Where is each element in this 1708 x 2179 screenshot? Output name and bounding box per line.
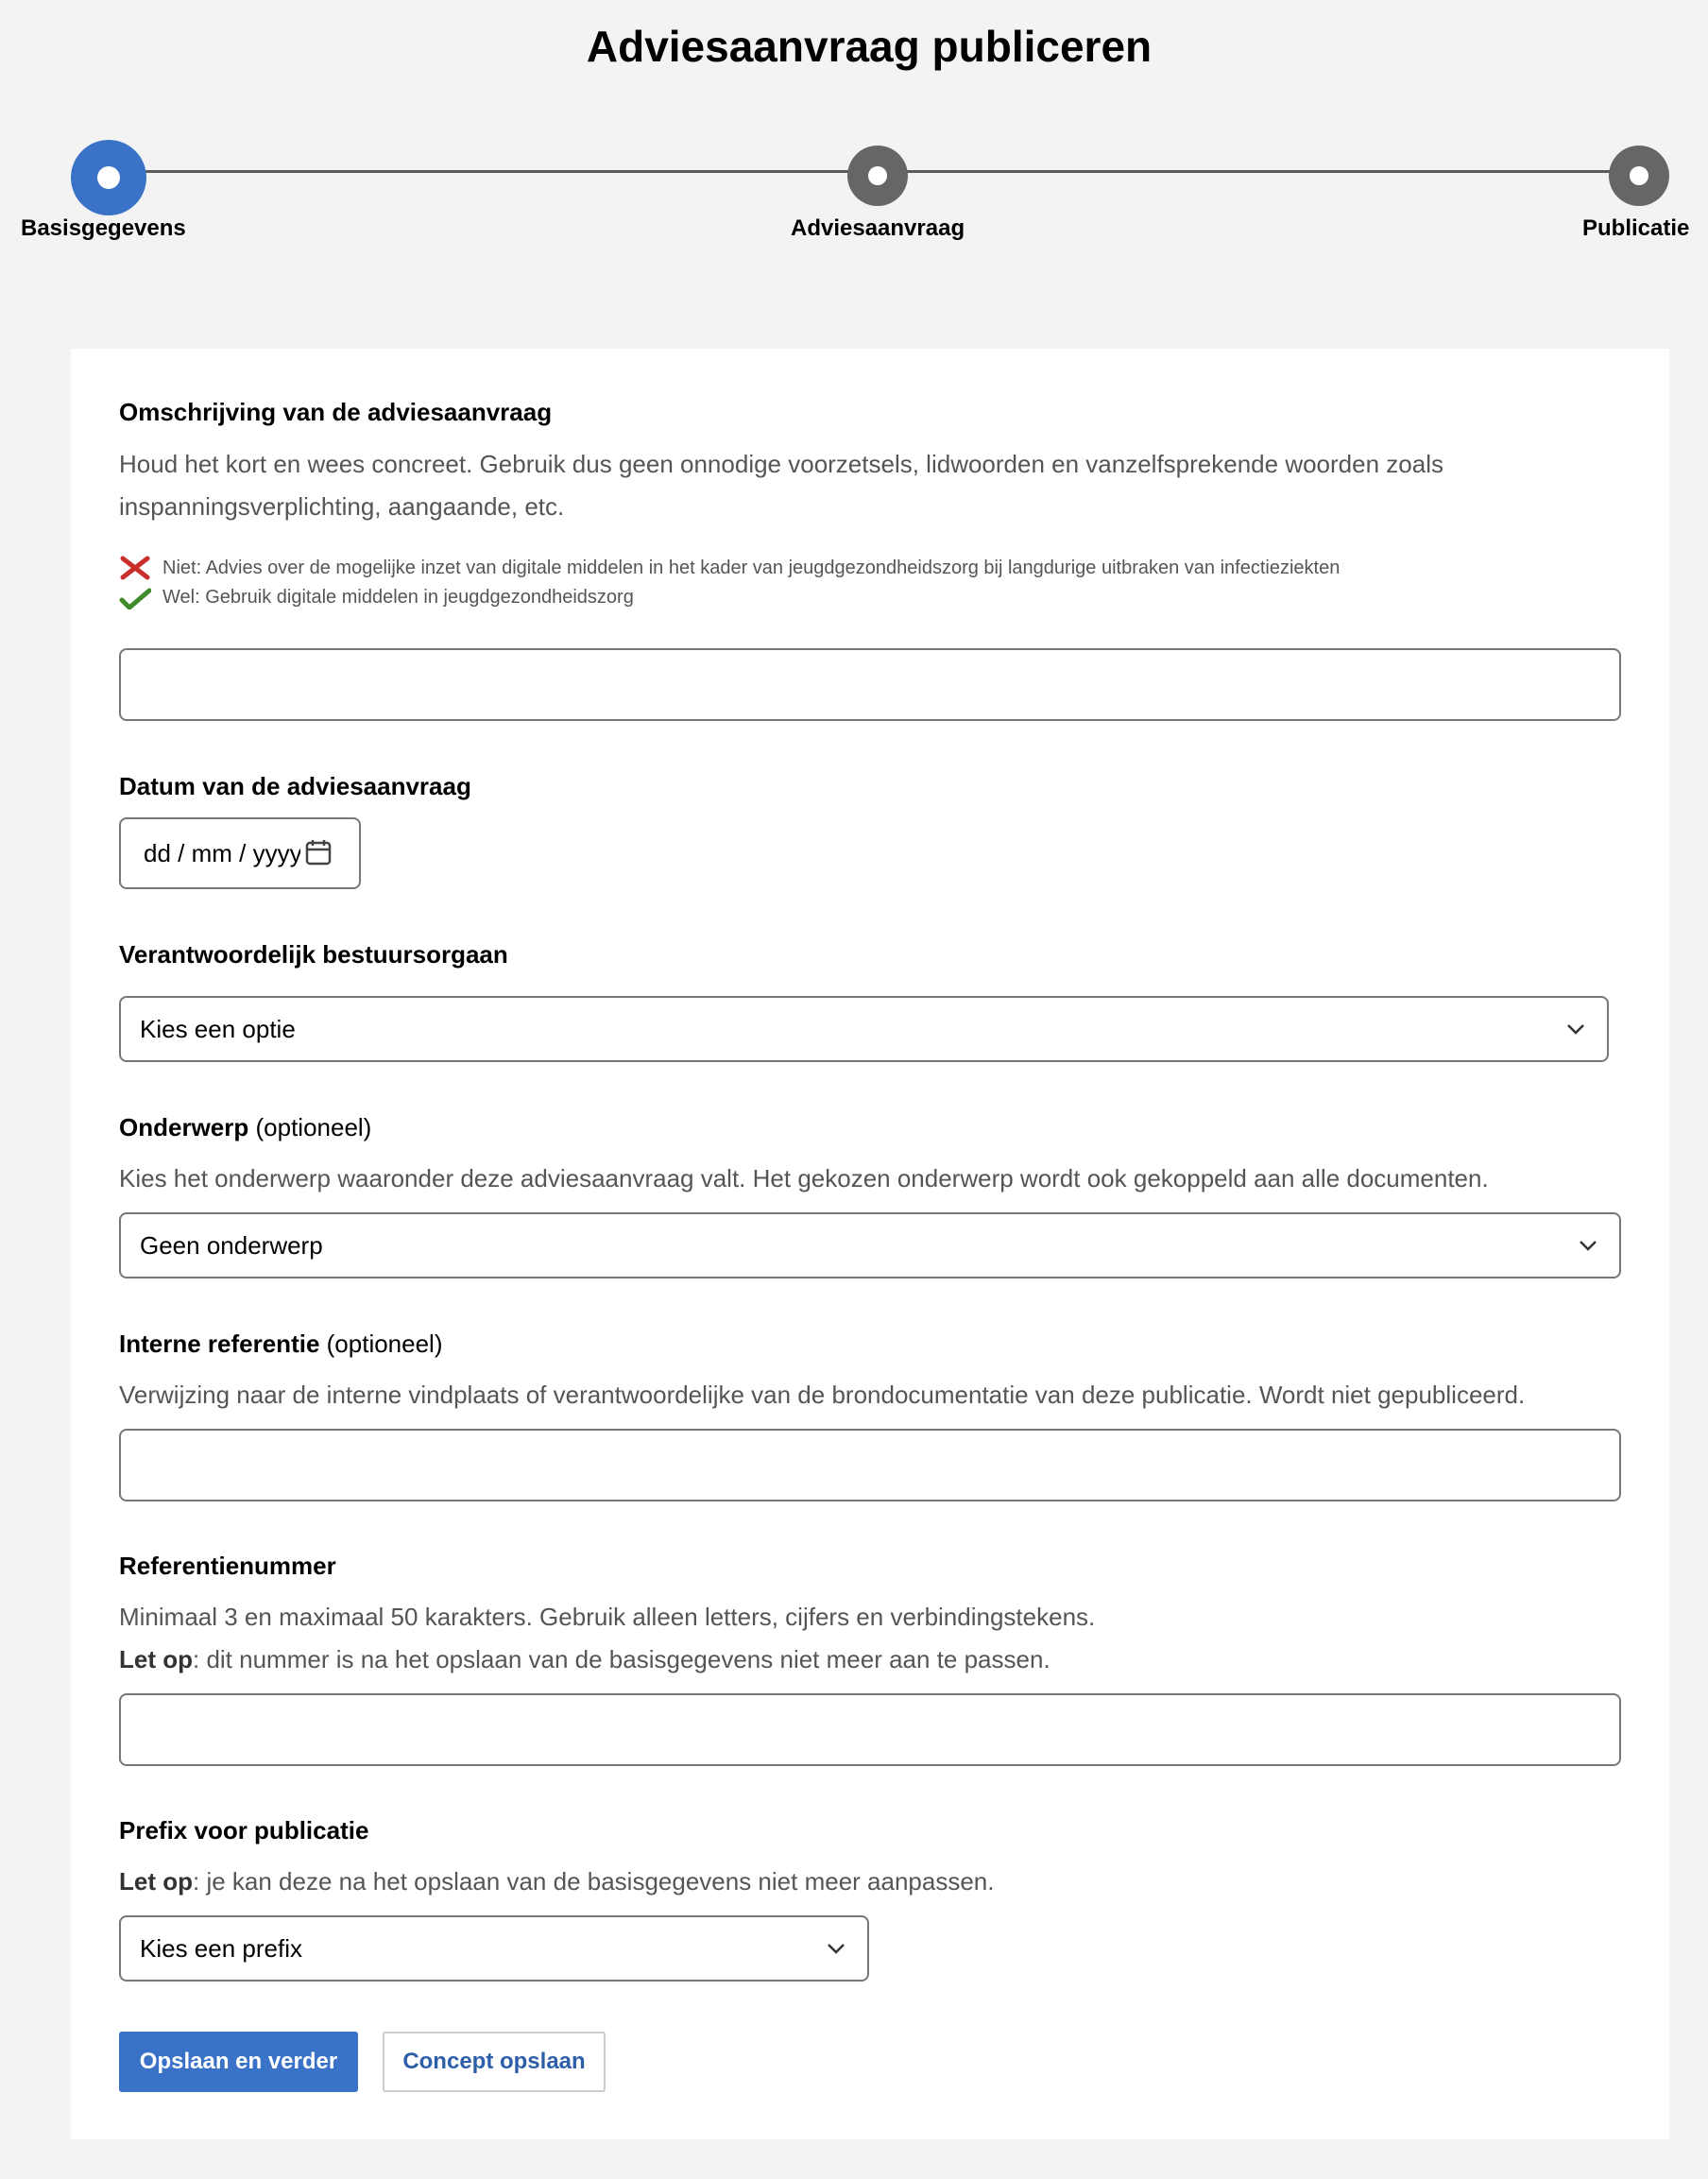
omschrijving-help: Houd het kort en wees concreet. Gebruik … xyxy=(119,443,1593,528)
referentienummer-help-text: Minimaal 3 en maximaal 50 karakters. Geb… xyxy=(119,1603,1096,1631)
datum-placeholder: dd / mm / yyyy xyxy=(144,838,300,867)
prefix-note: Let op: je kan deze na het opslaan van d… xyxy=(119,1861,994,1903)
step-publicatie-indicator xyxy=(1609,146,1669,206)
save-draft-button[interactable]: Concept opslaan xyxy=(383,2032,606,2092)
interne-referentie-optional: (optioneel) xyxy=(326,1330,443,1358)
interne-referentie-help: Verwijzing naar de interne vindplaats of… xyxy=(119,1381,1526,1409)
red-cross-icon xyxy=(120,556,150,580)
omschrijving-help-line2: inspanningsverplichting, aangaande, etc. xyxy=(119,492,565,521)
example-bad: Niet: Advies over de mogelijke inzet van… xyxy=(119,556,1340,580)
step-publicatie-label: Publicatie xyxy=(1582,215,1690,241)
example-bad-text: Niet: Advies over de mogelijke inzet van… xyxy=(162,557,1341,578)
datum-label: Datum van de adviesaanvraag xyxy=(119,772,471,800)
form-card: Omschrijving van de adviesaanvraag Houd … xyxy=(71,349,1669,2139)
onderwerp-label-text: Onderwerp xyxy=(119,1113,249,1141)
referentienummer-note-strong: Let op xyxy=(119,1645,193,1673)
prefix-label: Prefix voor publicatie xyxy=(119,1816,369,1844)
interne-referentie-input[interactable] xyxy=(119,1429,1621,1501)
progress-stepper: Basisgegevens Adviesaanvraag Publicatie xyxy=(0,0,1708,265)
bestuursorgaan-select[interactable]: Kies een optie xyxy=(119,996,1609,1062)
calendar-icon[interactable] xyxy=(304,838,333,866)
example-good-text: Wel: Gebruik digitale middelen in jeugdg… xyxy=(162,586,634,608)
example-good: Wel: Gebruik digitale middelen in jeugdg… xyxy=(119,585,634,609)
referentienummer-label: Referentienummer xyxy=(119,1552,336,1580)
referentienummer-help: Minimaal 3 en maximaal 50 karakters. Geb… xyxy=(119,1596,1095,1681)
step-basisgegevens-indicator xyxy=(71,140,146,215)
onderwerp-select[interactable]: Geen onderwerp xyxy=(119,1212,1621,1278)
save-and-continue-button[interactable]: Opslaan en verder xyxy=(119,2032,358,2092)
omschrijving-input[interactable] xyxy=(119,648,1621,721)
onderwerp-optional: (optioneel) xyxy=(255,1113,372,1141)
chevron-down-icon xyxy=(1580,1241,1597,1251)
prefix-select[interactable]: Kies een prefix xyxy=(119,1915,869,1982)
interne-referentie-label-text: Interne referentie xyxy=(119,1330,320,1358)
step-basisgegevens-label: Basisgegevens xyxy=(21,215,186,241)
prefix-note-rest: : je kan deze na het opslaan van de basi… xyxy=(193,1867,995,1896)
chevron-down-icon xyxy=(828,1944,845,1954)
datum-input[interactable]: dd / mm / yyyy xyxy=(119,817,361,889)
bestuursorgaan-label: Verantwoordelijk bestuursorgaan xyxy=(119,940,508,969)
green-check-icon xyxy=(119,588,151,609)
prefix-note-strong: Let op xyxy=(119,1867,193,1896)
onderwerp-selected: Geen onderwerp xyxy=(140,1230,323,1260)
referentienummer-note-rest: : dit nummer is na het opslaan van de ba… xyxy=(193,1645,1050,1673)
omschrijving-label: Omschrijving van de adviesaanvraag xyxy=(119,398,553,426)
prefix-selected: Kies een prefix xyxy=(140,1933,302,1963)
chevron-down-icon xyxy=(1567,1024,1584,1035)
referentienummer-note: Let op: dit nummer is na het opslaan van… xyxy=(119,1639,1095,1681)
step-adviesaanvraag-indicator xyxy=(847,146,908,206)
interne-referentie-label: Interne referentie (optioneel) xyxy=(119,1330,443,1359)
referentienummer-input[interactable] xyxy=(119,1693,1621,1766)
onderwerp-help: Kies het onderwerp waaronder deze advies… xyxy=(119,1164,1489,1192)
bestuursorgaan-selected: Kies een optie xyxy=(140,1014,296,1043)
onderwerp-label: Onderwerp (optioneel) xyxy=(119,1113,371,1142)
step-adviesaanvraag-label: Adviesaanvraag xyxy=(791,215,965,241)
omschrijving-help-line1: Houd het kort en wees concreet. Gebruik … xyxy=(119,450,1443,478)
